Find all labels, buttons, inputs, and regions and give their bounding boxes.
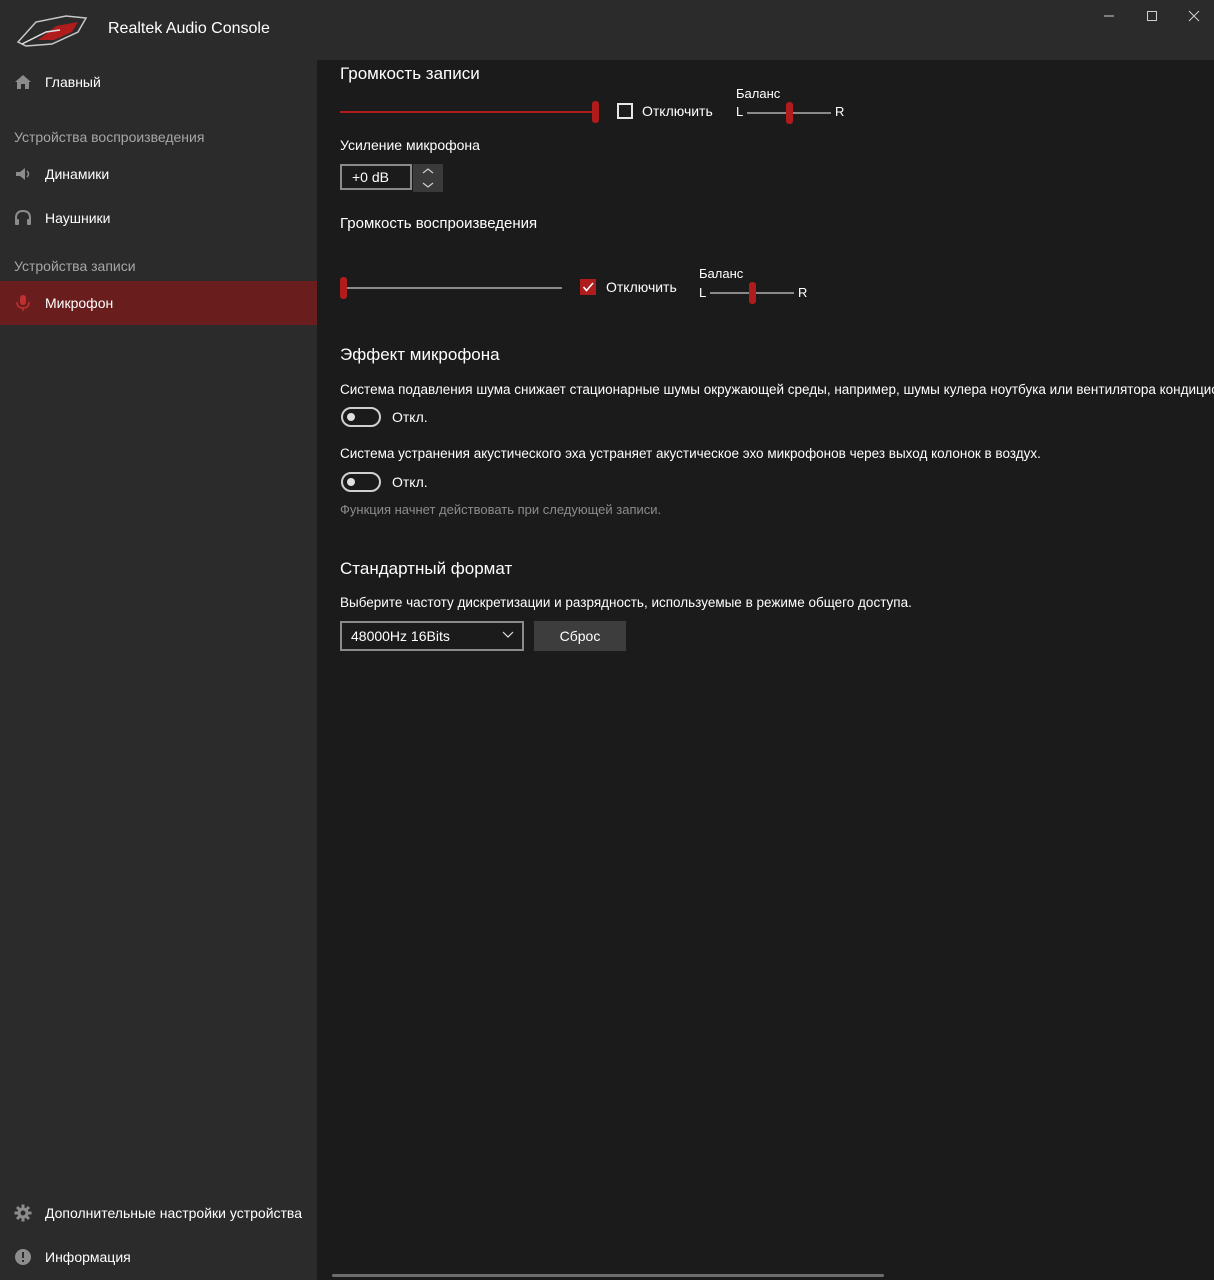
record-balance-left: L <box>736 104 744 119</box>
sidebar-item-label: Наушники <box>45 210 111 226</box>
sidebar-item-information[interactable]: Информация <box>0 1235 317 1279</box>
minimize-button[interactable] <box>1088 0 1130 32</box>
playback-volume-title: Громкость воспроизведения <box>340 215 538 232</box>
slider-thumb[interactable] <box>749 282 756 304</box>
sidebar-item-label: Информация <box>45 1249 131 1265</box>
slider-track-filled <box>340 111 596 113</box>
sidebar-item-label: Главный <box>45 74 101 90</box>
sidebar-item-label: Дополнительные настройки устройства <box>45 1205 302 1221</box>
mic-boost-stepper <box>413 164 443 192</box>
playback-balance-left: L <box>699 285 707 300</box>
mic-effects-title: Эффект микрофона <box>340 345 500 364</box>
sidebar-item-speakers[interactable]: Динамики <box>0 152 317 196</box>
toggle-knob <box>347 413 355 421</box>
close-icon <box>1188 10 1200 22</box>
slider-track <box>340 287 562 289</box>
section-header-playback: Устройства воспроизведения <box>14 129 205 145</box>
slider-thumb[interactable] <box>786 102 793 124</box>
noise-suppression-description: Система подавления шума снижает стациона… <box>340 382 1214 397</box>
sidebar-item-microphone[interactable]: Микрофон <box>0 281 317 325</box>
effects-note: Функция начнет действовать при следующей… <box>340 502 662 517</box>
playback-balance-right: R <box>798 285 808 300</box>
record-mute-label: Отключить <box>642 103 713 119</box>
home-icon <box>15 75 31 89</box>
sample-format-value: 48000Hz 16Bits <box>351 628 450 644</box>
minimize-icon <box>1104 15 1114 17</box>
mic-boost-label: Усиление микрофона <box>340 137 480 153</box>
sidebar-item-advanced-settings[interactable]: Дополнительные настройки устройства <box>0 1191 317 1235</box>
reset-button[interactable]: Сброс <box>534 621 626 651</box>
chevron-down-icon <box>422 182 434 188</box>
slider-thumb[interactable] <box>340 277 347 299</box>
title-bar: Realtek Audio Console <box>0 0 1214 60</box>
chevron-up-icon <box>422 168 434 174</box>
playback-mute-checkbox[interactable] <box>580 279 596 295</box>
stepper-up-button[interactable] <box>413 164 443 178</box>
record-volume-slider[interactable] <box>340 100 600 124</box>
sidebar: Главный Устройства воспроизведения Динам… <box>0 60 317 1280</box>
stepper-down-button[interactable] <box>413 178 443 192</box>
info-icon <box>15 1249 31 1265</box>
noise-suppression-state: Откл. <box>392 409 428 425</box>
mic-boost-field[interactable]: +0 dB <box>340 164 412 190</box>
chevron-down-icon <box>502 631 514 638</box>
echo-cancellation-toggle[interactable] <box>341 472 381 492</box>
record-balance-right: R <box>835 104 845 119</box>
toggle-knob <box>347 478 355 486</box>
playback-balance-label: Баланс <box>699 266 744 281</box>
microphone-icon <box>16 295 30 311</box>
default-format-title: Стандартный формат <box>340 559 513 578</box>
sample-format-select[interactable]: 48000Hz 16Bits <box>340 621 524 651</box>
record-volume-title: Громкость записи <box>340 64 480 83</box>
default-format-description: Выберите частоту дискретизации и разрядн… <box>340 595 912 610</box>
playback-volume-slider[interactable] <box>340 276 564 300</box>
speaker-icon <box>16 168 30 180</box>
maximize-button[interactable] <box>1131 0 1173 32</box>
sidebar-item-label: Динамики <box>45 166 110 182</box>
playback-balance-slider[interactable] <box>710 281 794 305</box>
headphones-icon <box>15 209 31 225</box>
gear-icon <box>14 1204 32 1222</box>
horizontal-scrollbar[interactable] <box>332 1274 884 1277</box>
record-mute-checkbox[interactable] <box>617 103 633 119</box>
sidebar-item-headphones[interactable]: Наушники <box>0 196 317 240</box>
app-title: Realtek Audio Console <box>108 20 270 37</box>
slider-thumb[interactable] <box>592 101 599 123</box>
section-header-recording: Устройства записи <box>14 258 136 274</box>
echo-cancellation-state: Откл. <box>392 474 428 490</box>
playback-mute-label: Отключить <box>606 279 677 295</box>
sidebar-item-home[interactable]: Главный <box>0 60 317 104</box>
echo-cancellation-description: Система устранения акустического эха уст… <box>340 446 1041 461</box>
checkmark-icon <box>582 282 594 292</box>
record-balance-label: Баланс <box>736 86 781 101</box>
main-panel: Громкость записи Отключить Баланс L R Ус… <box>317 60 1214 1280</box>
noise-suppression-toggle[interactable] <box>341 407 381 427</box>
maximize-icon <box>1147 11 1157 21</box>
sidebar-item-label: Микрофон <box>45 295 114 311</box>
record-balance-slider[interactable] <box>747 101 831 125</box>
close-button[interactable] <box>1173 0 1214 32</box>
rog-logo-icon <box>16 15 88 47</box>
